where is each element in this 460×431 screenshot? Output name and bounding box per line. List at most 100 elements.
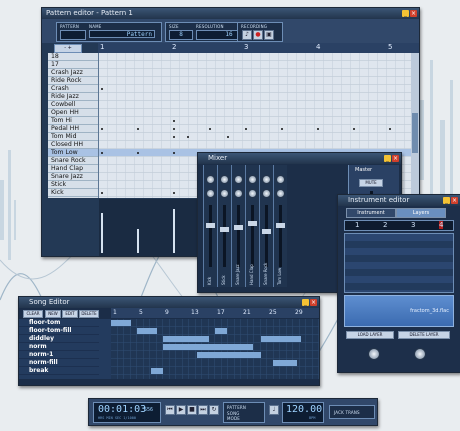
pattern-name-field[interactable]: Pattern [89,30,155,38]
instrument-row[interactable]: Ride Jazz [48,93,98,101]
song-pattern-row[interactable]: floor-tom [19,319,99,327]
song-editor-titlebar[interactable]: Song Editor _ × [19,297,319,308]
delete-pattern-button[interactable]: DELETE [79,310,99,318]
song-cell[interactable] [111,320,131,326]
note[interactable] [173,120,175,122]
note[interactable] [137,152,139,154]
fader-handle[interactable] [248,221,257,226]
instrument-row[interactable]: Crash Jazz [48,69,98,77]
note[interactable] [353,128,355,130]
fader[interactable] [279,205,282,267]
pan-knob[interactable] [248,175,257,184]
minimize-icon[interactable]: _ [302,299,309,306]
note[interactable] [281,128,283,130]
fx-knob[interactable] [206,189,215,198]
tab-instrument[interactable]: Instrument [346,208,396,218]
note[interactable] [173,128,175,130]
rewind-icon[interactable]: ⏮ [165,405,175,415]
quantize-icon[interactable]: ▣ [264,30,274,40]
velocity-bar[interactable] [101,213,103,253]
song-cell[interactable] [163,336,209,342]
instrument-row[interactable]: Pedal HH [48,125,98,133]
instrument-row[interactable]: Kick [48,189,98,197]
layer-selector[interactable]: 1 2 3 4 [344,220,454,231]
layer-pitch-knob[interactable] [414,348,426,360]
pattern-scrollbar[interactable] [411,53,419,198]
pan-knob[interactable] [220,175,229,184]
pan-knob[interactable] [262,175,271,184]
song-cell[interactable] [137,328,157,334]
clear-button[interactable]: CLEAR [23,310,43,318]
edit-pattern-button[interactable]: EDIT [62,310,78,318]
song-pattern-row[interactable]: break [19,367,99,375]
mute-button[interactable]: MUTE [359,179,383,187]
scrollbar-thumb[interactable] [412,113,418,153]
song-cell[interactable] [151,368,163,374]
metronome-icon[interactable]: ♩ [269,405,279,415]
mixer-titlebar[interactable]: Mixer _ × [198,153,401,164]
fader[interactable] [237,205,240,267]
mode-switch[interactable]: PATTERN SONG MODE [223,402,265,423]
song-cell[interactable] [197,352,261,358]
pan-knob[interactable] [206,175,215,184]
note[interactable] [101,152,103,154]
instrument-row[interactable]: Stick [48,181,98,189]
instrument-row[interactable]: Open HH [48,109,98,117]
fader-handle[interactable] [234,225,243,230]
note[interactable] [173,152,175,154]
instrument-row[interactable]: Tom Hi [48,117,98,125]
fx-knob[interactable] [220,189,229,198]
layer-list[interactable] [344,233,454,293]
play-icon[interactable]: ▶ [176,405,186,415]
song-pattern-row[interactable]: norm [19,343,99,351]
song-cell[interactable] [215,328,227,334]
note[interactable] [245,128,247,130]
fx-knob[interactable] [262,189,271,198]
close-icon[interactable]: × [310,299,317,306]
fader-handle[interactable] [220,227,229,232]
song-pattern-row[interactable]: floor-tom-fill [19,327,99,335]
bpm-display[interactable]: 120.00 BPM [282,402,324,423]
stop-icon[interactable]: ■ [187,405,197,415]
song-ruler[interactable]: 1 5 9 13 17 21 25 29 [111,308,319,318]
loop-icon[interactable]: ↻ [209,405,219,415]
minimize-icon[interactable]: _ [384,155,391,162]
layer-gain-knob[interactable] [368,348,380,360]
close-icon[interactable]: × [451,197,458,204]
instrument-row[interactable]: Cowbell [48,101,98,109]
pan-knob[interactable] [276,175,285,184]
velocity-bar[interactable] [173,209,175,253]
note[interactable] [209,128,211,130]
instrument-row[interactable]: Ride Rock [48,77,98,85]
note-icon[interactable]: ♪ [242,30,252,40]
pan-knob[interactable] [234,175,243,184]
zoom-control[interactable]: - + [54,44,82,53]
instrument-row[interactable]: 18 [48,53,98,61]
instrument-row[interactable]: Hand Clap [48,165,98,173]
note[interactable] [173,192,175,194]
song-cell[interactable] [163,344,253,350]
fx-knob[interactable] [248,189,257,198]
minimize-icon[interactable]: _ [402,10,409,17]
fader-handle[interactable] [262,229,271,234]
pattern-number-display[interactable] [60,30,86,40]
fader[interactable] [209,205,212,267]
layer-number[interactable]: 4 [439,221,444,229]
note[interactable] [137,128,139,130]
layer-number[interactable]: 1 [355,221,359,229]
instrument-row[interactable]: Closed HH [48,141,98,149]
song-pattern-row[interactable]: diddley [19,335,99,343]
note[interactable] [389,128,391,130]
instrument-row[interactable]: Tom Mid [48,133,98,141]
song-grid[interactable] [111,319,319,379]
note[interactable] [101,128,103,130]
instrument-row-selected[interactable]: Tom Low [48,149,98,157]
fx-knob[interactable] [234,189,243,198]
jack-transport[interactable]: JACK TRANS [329,405,375,419]
note[interactable] [187,136,189,138]
song-pattern-row[interactable]: norm-fill [19,359,99,367]
load-layer-button[interactable]: LOAD LAYER [346,331,394,339]
forward-icon[interactable]: ⏭ [198,405,208,415]
velocity-bar[interactable] [137,229,139,253]
fader[interactable] [265,205,268,267]
